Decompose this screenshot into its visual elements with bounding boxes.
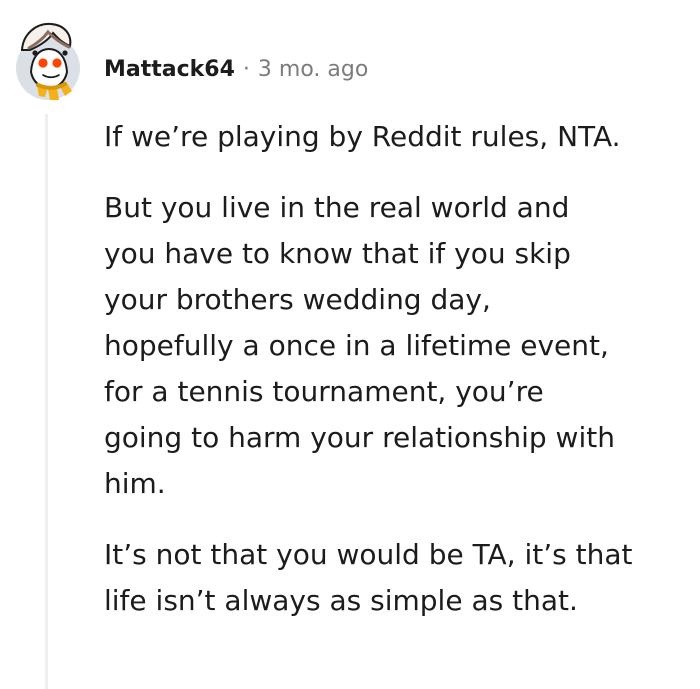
comment-paragraph: But you live in the real world and you h… — [104, 185, 689, 507]
comment-paragraph: It’s not that you would be TA, it’s that… — [104, 532, 689, 624]
comment-timestamp[interactable]: 3 mo. ago — [258, 57, 368, 82]
comment-line: going to harm your relationship with — [104, 421, 615, 454]
comment-line: It’s not that you would be TA, it’s that — [104, 538, 633, 571]
comment-line: you have to know that if you skip — [104, 237, 571, 270]
author-name[interactable]: Mattack64 — [104, 57, 235, 82]
comment-body: If we’re playing by Reddit rules, NTA. B… — [104, 114, 689, 624]
comment-line: for a tennis tournament, you’re — [104, 375, 544, 408]
comment-line: If we’re playing by Reddit rules, NTA. — [104, 120, 621, 153]
thread-line[interactable] — [45, 114, 48, 689]
comment-meta: Mattack64 · 3 mo. ago — [104, 52, 368, 86]
snoo-avatar-icon — [16, 22, 80, 100]
comment-paragraph: If we’re playing by Reddit rules, NTA. — [104, 114, 689, 160]
meta-separator: · — [242, 56, 250, 82]
comment-line: him. — [104, 467, 166, 500]
comment-line: your brothers wedding day, — [104, 283, 491, 316]
comment-line: hopefully a once in a lifetime event, — [104, 329, 609, 362]
comment-line: life isn’t always as simple as that. — [104, 584, 578, 617]
avatar[interactable] — [14, 14, 84, 102]
comment: Mattack64 · 3 mo. ago If we’re playing b… — [0, 0, 700, 689]
comment-line: But you live in the real world and — [104, 191, 570, 224]
